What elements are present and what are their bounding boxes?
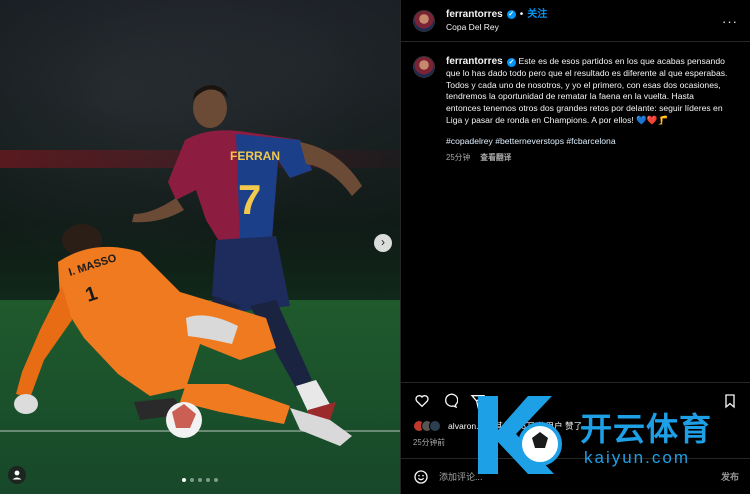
follow-button[interactable]: 关注 (527, 8, 547, 21)
caption-username[interactable]: ferrantorres (446, 56, 503, 67)
avatar[interactable] (413, 9, 435, 32)
more-options-icon[interactable]: ··· (722, 14, 738, 29)
comment-input[interactable] (439, 471, 689, 482)
post-comment-button[interactable]: 发布 (721, 470, 739, 483)
author-username[interactable]: ferrantorres (446, 8, 503, 21)
like-button[interactable] (413, 392, 431, 410)
carousel-dot (190, 478, 194, 482)
carousel-dot (182, 478, 186, 482)
verified-badge-icon: ✓ (506, 9, 516, 19)
comment-icon (445, 393, 458, 408)
caption: ferrantorres ✓ Este es de esos partidos … (401, 42, 750, 163)
post-actions (401, 382, 750, 418)
jersey-number: 7 (238, 176, 261, 223)
caption-avatar[interactable] (413, 56, 435, 78)
likes-text[interactable]: alvaron... 和其他 5.6万 位用户 赞了 (448, 420, 582, 432)
comment-bar: 发布 (401, 458, 750, 494)
tagged-user-button[interactable] (8, 466, 26, 484)
carousel-dot (198, 478, 202, 482)
comment-button[interactable] (441, 392, 459, 410)
save-button[interactable] (721, 392, 739, 410)
post-header: ferrantorres ✓ • 关注 Copa Del Rey ··· (401, 0, 750, 42)
see-translation-button[interactable]: 查看翻译 (480, 152, 511, 164)
post-location[interactable]: Copa Del Rey (446, 21, 547, 34)
carousel-dot (206, 478, 210, 482)
next-slide-button[interactable]: › (374, 234, 392, 252)
share-button[interactable] (469, 392, 487, 410)
user-icon (12, 470, 22, 480)
post-time: 25分钟前 (413, 438, 446, 447)
caption-hashtags[interactable]: #copadelrey #betterneverstops #fcbarcelo… (446, 136, 616, 146)
post-details-panel: ferrantorres ✓ • 关注 Copa Del Rey ··· fer… (400, 0, 750, 494)
likes-summary[interactable]: alvaron... 和其他 5.6万 位用户 赞了 (413, 420, 582, 432)
verified-badge-icon: ✓ (507, 58, 517, 67)
carousel-indicator (182, 478, 218, 482)
caption-time: 25分钟 (446, 152, 471, 162)
emoji-icon[interactable] (413, 469, 429, 485)
bookmark-icon (725, 393, 735, 408)
share-icon (470, 394, 486, 409)
separator: • (519, 8, 524, 20)
jersey-name: FERRAN (230, 149, 280, 163)
liker-avatars (413, 420, 441, 432)
post-photo[interactable]: FERRAN 7 I. MASSO 1 › (0, 0, 400, 494)
players-illustration: FERRAN 7 I. MASSO 1 (14, 85, 362, 446)
heart-icon (415, 394, 429, 407)
carousel-dot (214, 478, 218, 482)
chevron-right-icon: › (381, 235, 385, 249)
